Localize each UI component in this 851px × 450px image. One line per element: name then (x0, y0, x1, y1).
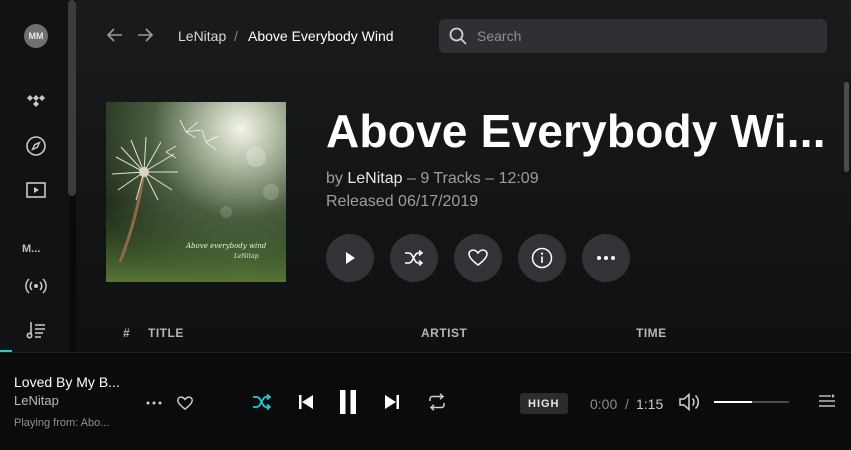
time-separator: / (625, 396, 629, 412)
volume-fill (714, 401, 752, 403)
play-button[interactable] (326, 234, 374, 282)
play-icon (346, 252, 355, 264)
sidebar-scrollbar[interactable] (68, 0, 76, 196)
release-date: Released 06/17/2019 (326, 193, 479, 210)
playlist-icon[interactable] (24, 318, 48, 342)
previous-track-icon[interactable] (296, 392, 316, 412)
album-cover: Above everybody wind LeNitap (106, 102, 286, 282)
sidebar-section-label: M... (22, 243, 41, 255)
breadcrumb-album: Above Everybody Wind (248, 28, 394, 44)
by-prefix: by (326, 170, 343, 187)
info-button[interactable] (518, 234, 566, 282)
main-content: LeNitap / Above Everybody Wind Search Ab… (76, 0, 851, 352)
content-scrollbar[interactable] (844, 82, 849, 172)
breadcrumb-artist[interactable]: LeNitap (178, 28, 226, 44)
track-duration: 1:15 (636, 396, 664, 412)
column-header-number[interactable]: # (123, 326, 130, 340)
shuffle-icon (405, 250, 424, 266)
shuffle-button[interactable] (390, 234, 438, 282)
next-track-icon[interactable] (382, 392, 402, 412)
volume-icon[interactable] (678, 392, 702, 412)
video-icon[interactable] (24, 178, 48, 202)
track-more-icon[interactable] (144, 395, 164, 411)
volume-slider[interactable] (714, 401, 789, 403)
more-options-button[interactable] (582, 234, 630, 282)
shuffle-toggle-icon[interactable] (250, 393, 274, 411)
album-meta: by LeNitap – 9 Tracks – 12:09 (326, 170, 539, 188)
repeat-icon[interactable] (426, 392, 448, 412)
forward-arrow-icon[interactable] (136, 26, 154, 44)
compass-icon[interactable] (24, 134, 48, 158)
cover-subtext: LeNitap (233, 253, 259, 260)
track-summary: – 9 Tracks – 12:09 (406, 170, 539, 187)
now-playing-artist[interactable]: LeNitap (14, 393, 59, 408)
info-icon (531, 247, 553, 269)
now-playing-title[interactable]: Loved By My B... (14, 374, 120, 390)
audio-quality-badge[interactable]: HIGH (520, 393, 568, 414)
breadcrumb-separator: / (234, 28, 238, 44)
favorite-button[interactable] (454, 234, 502, 282)
player-bar: Loved By My B... LeNitap Playing from: A… (0, 352, 851, 450)
play-queue-icon[interactable] (817, 392, 837, 412)
column-header-time[interactable]: TIME (636, 326, 667, 340)
pause-icon[interactable] (336, 389, 360, 415)
more-icon (597, 256, 615, 260)
playing-from[interactable]: Playing from: Abo... (14, 417, 109, 429)
track-heart-icon[interactable] (175, 394, 195, 412)
avatar[interactable]: MM (24, 24, 48, 48)
cover-text: Above everybody wind (185, 242, 267, 250)
column-header-artist[interactable]: ARTIST (421, 326, 467, 340)
sidebar: MM M... (0, 0, 76, 352)
elapsed-time: 0:00 (590, 396, 618, 412)
album-artist-link[interactable]: LeNitap (347, 170, 402, 187)
broadcast-icon[interactable] (24, 274, 48, 298)
heart-icon (468, 249, 488, 266)
search-box[interactable] (439, 19, 827, 53)
tidal-logo-icon[interactable] (24, 90, 48, 114)
back-arrow-icon[interactable] (106, 26, 124, 44)
column-header-title[interactable]: TITLE (148, 326, 184, 340)
search-icon (449, 27, 467, 45)
album-title: Above Everybody Wi... (326, 105, 826, 157)
search-input[interactable] (477, 19, 807, 53)
